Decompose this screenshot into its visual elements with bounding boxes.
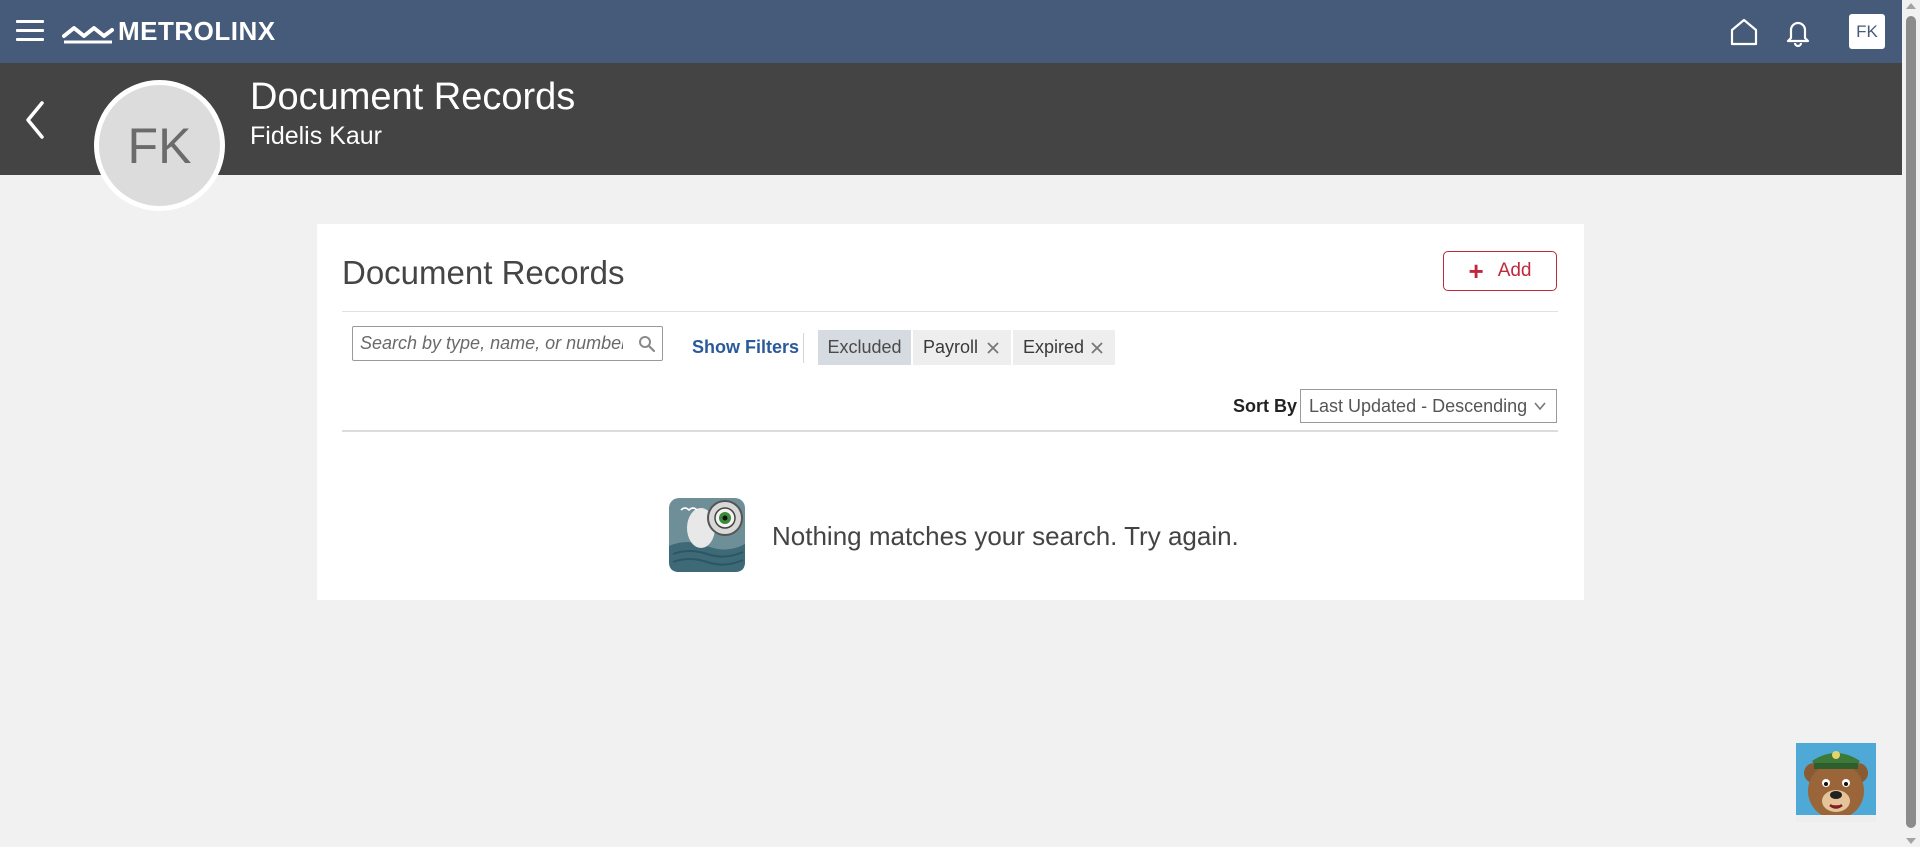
chip-label: Expired: [1023, 337, 1085, 357]
plus-icon: +: [1468, 256, 1484, 286]
bell-icon[interactable]: [1782, 16, 1814, 48]
vertical-scrollbar[interactable]: [1902, 0, 1920, 847]
divider: [342, 311, 1558, 312]
back-arrow-icon[interactable]: [22, 99, 48, 141]
employee-name: Fidelis Kaur: [250, 122, 382, 150]
remove-filter-icon[interactable]: [1089, 340, 1105, 356]
filter-chip-excluded[interactable]: Excluded: [818, 330, 911, 365]
empty-state-message: Nothing matches your search. Try again.: [772, 521, 1239, 551]
card-title: Document Records: [342, 254, 625, 291]
sort-by-label: Sort By: [1233, 396, 1298, 416]
metrolinx-logo[interactable]: METROLINX: [62, 16, 276, 47]
sort-dropdown-value: Last Updated - Descending: [1309, 395, 1528, 416]
profile-avatar: FK: [94, 80, 225, 211]
home-icon[interactable]: [1728, 16, 1760, 48]
chip-label: Excluded: [827, 337, 902, 357]
sort-dropdown[interactable]: Last Updated - Descending: [1300, 389, 1557, 423]
filter-chip-payroll: Payroll: [913, 330, 1011, 365]
scrollbar-thumb[interactable]: [1906, 16, 1916, 828]
metrolinx-logo-mark-icon: [62, 25, 114, 43]
vertical-separator: [803, 333, 804, 363]
scroll-down-arrow-icon[interactable]: [1906, 838, 1916, 844]
remove-filter-icon[interactable]: [985, 340, 1001, 356]
chevron-down-icon: [1534, 402, 1546, 411]
show-filters-link[interactable]: Show Filters: [692, 337, 799, 358]
brand-name: METROLINX: [118, 16, 276, 46]
search-icon[interactable]: [638, 335, 656, 353]
divider: [342, 430, 1558, 432]
add-button-label: Add: [1497, 260, 1532, 281]
chip-label: Payroll: [923, 337, 979, 357]
document-records-card: Document Records + Add Show Filters Excl…: [317, 224, 1584, 600]
menu-icon[interactable]: [16, 20, 44, 44]
filter-chip-expired: Expired: [1013, 330, 1115, 365]
scroll-up-arrow-icon[interactable]: [1906, 3, 1916, 9]
user-avatar-button[interactable]: FK: [1849, 14, 1885, 49]
top-navigation-bar: METROLINX FK: [0, 0, 1902, 63]
search-input[interactable]: [353, 327, 623, 360]
search-field[interactable]: [352, 326, 663, 361]
page-title: Document Records: [250, 76, 576, 118]
add-button[interactable]: + Add: [1443, 251, 1557, 291]
page-header: Document Records Fidelis Kaur: [0, 63, 1902, 175]
binoculars-illustration-icon: [669, 498, 745, 572]
bear-assistant-icon[interactable]: [1796, 743, 1876, 822]
